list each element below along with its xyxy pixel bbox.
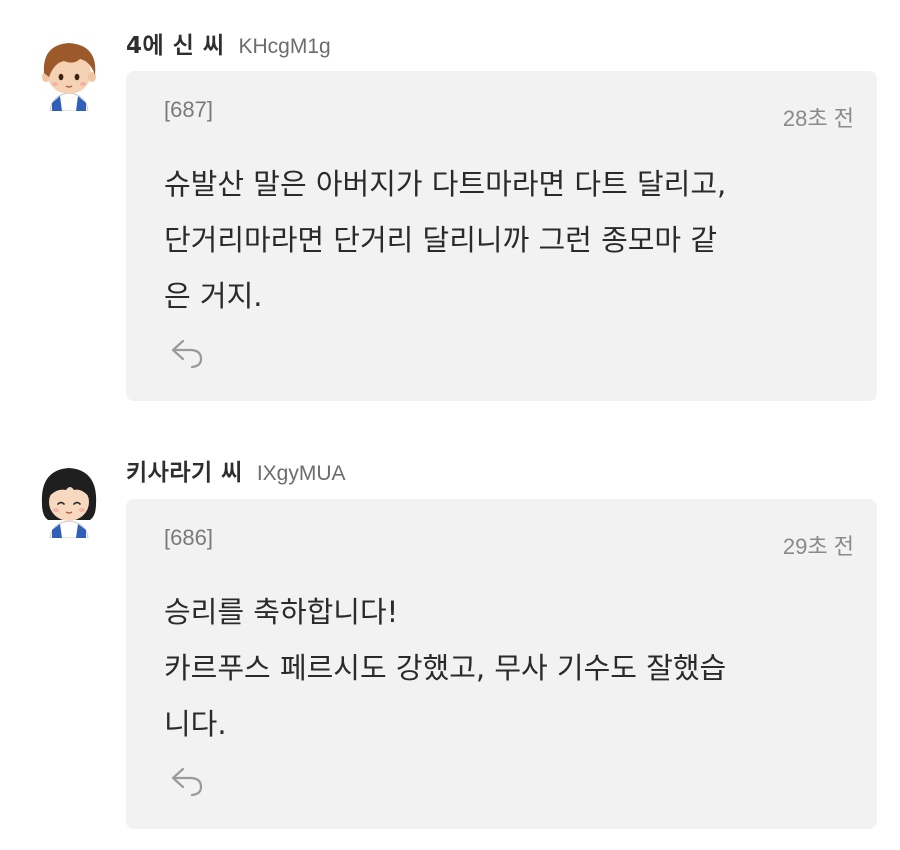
comment-body: 슈발산 말은 아버지가 다트마라면 다트 달리고, 단거리마라면 단거리 달리니…	[164, 156, 854, 324]
comment-line: 니다.	[164, 707, 227, 741]
comment-line: 카르푸스 페르시도 강했고, 무사 기수도 잘했습	[164, 651, 727, 685]
reply-arrow-icon[interactable]	[168, 761, 206, 799]
nickname[interactable]: 키사라기 씨	[126, 453, 243, 487]
reply-arrow-icon[interactable]	[168, 333, 206, 371]
comment-time: 29초 전	[782, 534, 854, 559]
boy-avatar-icon[interactable]	[30, 33, 108, 112]
girl-avatar-icon[interactable]	[30, 460, 108, 539]
user-id: KHcgM1g	[238, 35, 331, 58]
comment-index: [687]	[164, 97, 213, 122]
comment-body: 승리를 축하합니다! 카르푸스 페르시도 강했고, 무사 기수도 잘했습 니다.	[164, 584, 854, 752]
user-id: IXgyMUA	[256, 462, 346, 485]
comment-bubble: [686] 29초 전 승리를 축하합니다! 카르푸스 페르시도 강했고, 무사…	[126, 499, 877, 829]
nickname[interactable]: 4에 신 씨	[126, 26, 225, 60]
comment-header: 키사라기 씨 IXgyMUA	[126, 453, 346, 486]
comment-header: 4에 신 씨 KHcgM1g	[126, 26, 331, 59]
comment-line: 은 거지.	[164, 279, 263, 313]
comment-line: 승리를 축하합니다!	[164, 595, 399, 629]
comment-line: 단거리마라면 단거리 달리니까 그런 종모마 같	[164, 223, 718, 257]
comment-index: [686]	[164, 525, 213, 550]
comment-time: 28초 전	[782, 106, 854, 131]
comment-line: 슈발산 말은 아버지가 다트마라면 다트 달리고,	[164, 167, 727, 201]
comment-item: 키사라기 씨 IXgyMUA [686] 29초 전 승리를 축하합니다! 카르…	[0, 428, 900, 848]
comment-bubble: [687] 28초 전 슈발산 말은 아버지가 다트마라면 다트 달리고, 단거…	[126, 71, 877, 401]
comment-item: 4에 신 씨 KHcgM1g [687] 28초 전 슈발산 말은 아버지가 다…	[0, 0, 900, 420]
